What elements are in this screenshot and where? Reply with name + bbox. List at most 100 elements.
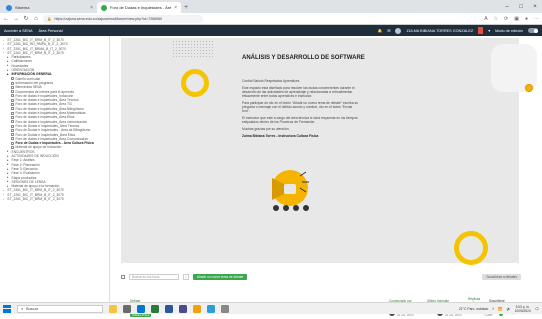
forum-search-input[interactable]: Buscar en los foros — [129, 274, 179, 280]
taskbar-search[interactable]: ⌕ Buscar — [17, 304, 103, 313]
url-field[interactable]: 🔒 https://zajuna.sena.edu.co/zajuna/mod/… — [43, 14, 203, 23]
activity-icon — [11, 133, 14, 137]
reload-icon[interactable]: ↻ — [23, 15, 29, 22]
section-chevron-icon: › — [3, 196, 4, 201]
tab-label: Foro de Dudas e Inquietudes - Áre — [110, 5, 172, 10]
notifications-icon[interactable]: 🔔 — [378, 28, 383, 33]
banner-paragraph: Muchas gracias por su atención. — [242, 126, 290, 131]
section-chevron-icon: ▸ — [7, 149, 9, 154]
url-text: https://zajuna.sena.edu.co/zajuna/mod/fo… — [54, 16, 163, 21]
banner-text: Cordial Saludo Respetados Aprendices Est… — [242, 79, 360, 140]
browser-tab-forum[interactable]: Foro de Dudas e Inquietudes - Áre × — [97, 2, 181, 13]
new-tab-button[interactable]: + — [181, 2, 191, 13]
profile-icon[interactable]: ● — [525, 16, 528, 22]
tab-favicon-icon — [6, 4, 12, 11]
taskbar-search-label: Buscar — [26, 306, 38, 311]
section-chevron-icon: ▸ — [7, 179, 9, 184]
weather-text[interactable]: 21°C Parc. nublado — [459, 307, 488, 311]
search-placeholder: Buscar en los foros — [132, 275, 160, 279]
weather-app-icon[interactable] — [109, 304, 117, 313]
main-content: ANÁLISIS Y DESARROLLO DE SOFTWARE Cordia… — [110, 36, 542, 317]
clock-date: 10/05/2024 — [514, 308, 531, 313]
edit-mode-label: Modo de edición — [495, 28, 523, 33]
banner-paragraph: Para participar de clic en el botón "Aña… — [242, 100, 358, 114]
avatar[interactable] — [395, 27, 402, 34]
chevron-up-icon[interactable]: ˄ — [492, 307, 494, 311]
chevron-down-icon[interactable]: ▾ — [488, 28, 490, 33]
app-header: Acceder a SENA Área Personal 🔔 ✉ ZULMA B… — [0, 25, 542, 36]
activity-icon — [11, 98, 14, 102]
system-tray: 21°C Parc. nublado ˄ 📶 🔊 3:03 p. m. 10/0… — [459, 305, 539, 313]
forum-controls: Buscar en los foros ⌕ Añadir un nuevo te… — [121, 272, 521, 282]
windows-start-icon[interactable] — [3, 304, 11, 313]
excel-icon[interactable] — [151, 304, 159, 313]
section-chevron-icon: ▸ — [7, 71, 9, 76]
section-chevron-icon: ▸ — [7, 63, 9, 68]
favorite-icon[interactable]: ☆ — [494, 16, 498, 22]
activity-icon — [11, 81, 14, 85]
section-chevron-icon: ▸ — [7, 183, 9, 188]
sidebar-item[interactable]: › ET_2261_BIC_IT_BRM_B_IT_2_3070 — [2, 197, 107, 201]
activity-icon — [11, 77, 14, 81]
volume-icon[interactable]: 🔊 — [507, 307, 511, 311]
browser-tab-sistema[interactable]: Sistema × — [2, 2, 97, 13]
close-tab-icon[interactable]: × — [174, 5, 177, 11]
minimize-icon[interactable]: – — [500, 0, 514, 13]
search-icon[interactable]: ⌕ — [183, 274, 189, 280]
lock-icon: 🔒 — [47, 16, 52, 21]
edge-icon[interactable] — [137, 304, 145, 313]
file-explorer-icon[interactable] — [193, 304, 201, 313]
select-checkbox[interactable] — [121, 275, 125, 279]
decor-dots — [172, 40, 214, 58]
banner-paragraph: Este espacio está diseñado para resolver… — [242, 85, 355, 99]
browser-toolbar: A ☆ ⟳ ▣ ● ⋯ — [484, 16, 539, 22]
close-tab-icon[interactable]: × — [90, 5, 93, 11]
activity-icon — [11, 85, 14, 89]
wifi-icon[interactable]: 📶 — [498, 307, 502, 311]
section-chevron-icon: ▸ — [7, 162, 9, 167]
os-taskbar: ⌕ Buscar 21°C Parc. nublado ˄ 📶 🔊 3:03 p… — [0, 302, 542, 314]
banner-signature: Zulma Bibiana Torres - Instructora Cultu… — [242, 133, 319, 138]
close-window-icon[interactable]: × — [528, 0, 542, 13]
read-aloud-icon[interactable]: A — [484, 16, 487, 22]
activity-icon — [11, 94, 14, 98]
sidebar-item-label: ET_2261_BIC_IT_BRM_B_IT_2_3070 — [7, 196, 64, 201]
teams-icon[interactable] — [179, 304, 187, 313]
activity-icon — [11, 137, 14, 141]
activity-icon — [11, 141, 14, 145]
back-icon[interactable]: ← — [3, 16, 9, 22]
address-bar-row: ← → ↻ ⌂ 🔒 https://zajuna.sena.edu.co/zaj… — [0, 13, 542, 25]
megaphone-illustration-icon — [272, 170, 309, 211]
window-controls: – □ × — [500, 0, 542, 13]
activity-icon — [11, 107, 14, 111]
help-badge-icon[interactable] — [525, 84, 533, 92]
home-icon[interactable]: ⌂ — [33, 16, 39, 22]
banner-paragraph: El instructor que este a cargo del área … — [242, 115, 358, 125]
edit-mode-toggle[interactable] — [528, 28, 538, 33]
collections-icon[interactable]: ▣ — [514, 16, 519, 22]
chrome-icon[interactable] — [207, 304, 215, 313]
section-chevron-icon: › — [3, 192, 4, 197]
notifications-icon[interactable]: 🗨 — [535, 307, 539, 311]
decor-ring — [181, 69, 209, 97]
refresh-icon[interactable]: ⟳ — [504, 16, 508, 22]
activity-icon — [11, 90, 14, 94]
maximize-icon[interactable]: □ — [514, 0, 528, 13]
brand-link[interactable]: Acceder a SENA — [4, 29, 33, 33]
browser-tab-bar: Sistema × Foro de Dudas e Inquietudes - … — [0, 0, 542, 13]
settings-icon[interactable] — [221, 304, 229, 313]
more-icon[interactable]: ⋯ — [534, 16, 539, 22]
forward-icon[interactable]: → — [13, 16, 19, 22]
course-index-sidebar: › ET_2261_BIC_IT_BRM_B_IT_2_3070 › ET_2261_… — [0, 36, 110, 302]
user-badge-icon — [478, 27, 484, 34]
user-name[interactable]: ZULMA BIBIANA TORRES GONZALEZ — [406, 29, 473, 33]
word-icon[interactable] — [165, 304, 173, 313]
clock[interactable]: 3:03 p. m. 10/05/2024 — [515, 305, 531, 313]
task-view-icon[interactable] — [123, 304, 131, 313]
add-topic-button[interactable]: Añadir un nuevo tema de debate — [193, 274, 248, 280]
subscribe-button[interactable]: Suscribirse a debates — [482, 274, 521, 280]
activity-icon — [11, 103, 14, 107]
activity-icon — [11, 111, 14, 115]
messages-icon[interactable]: ✉ — [387, 28, 390, 33]
area-personal-link[interactable]: Área Personal — [39, 29, 63, 33]
